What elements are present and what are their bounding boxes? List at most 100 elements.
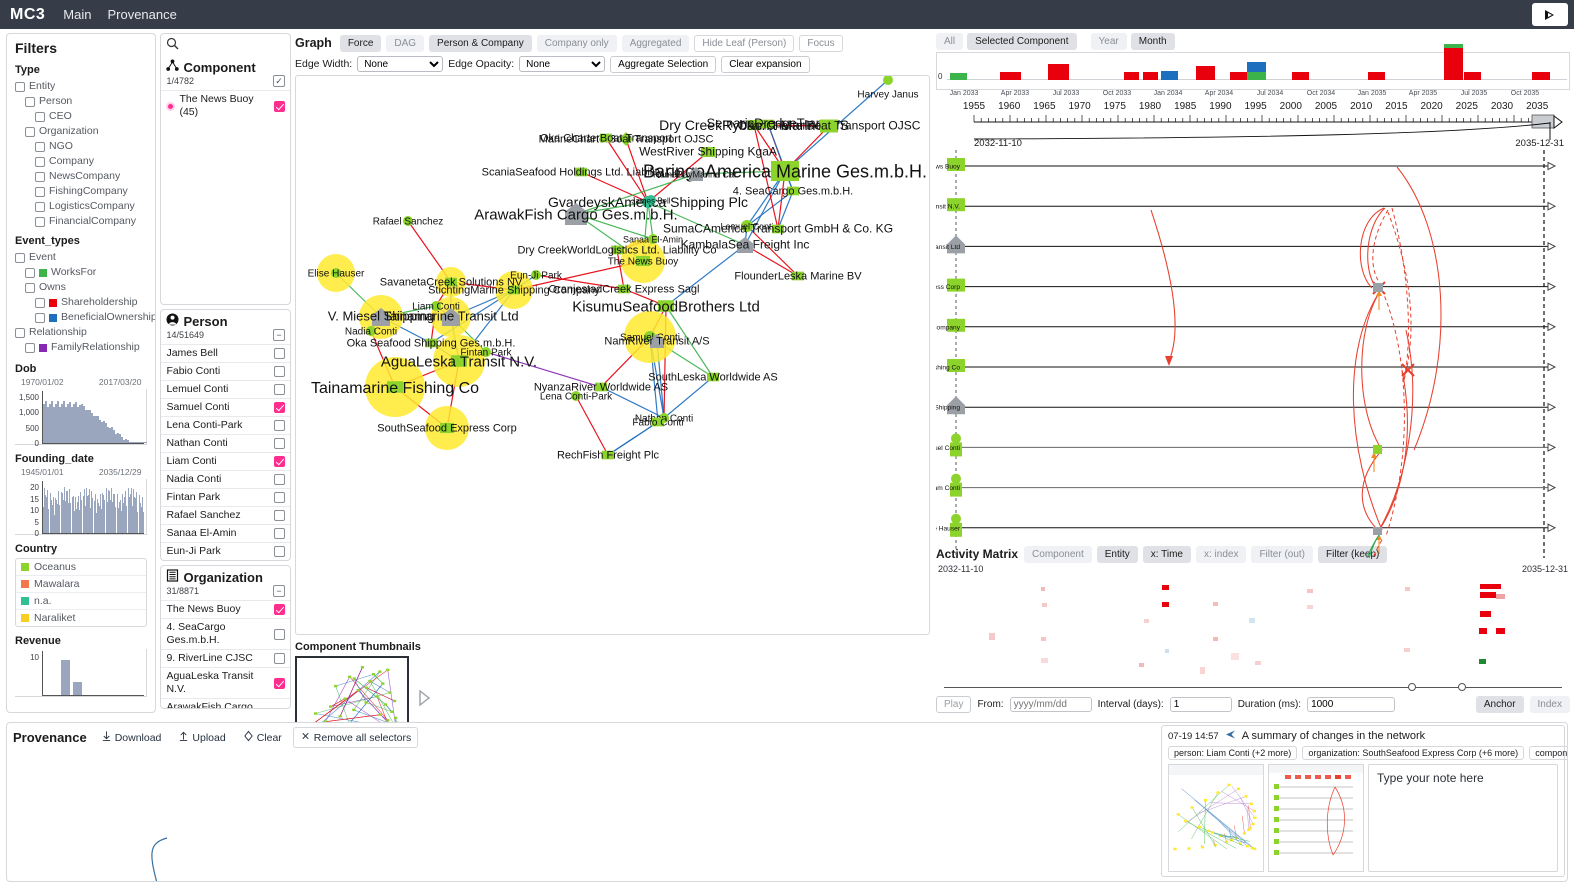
- graph-node-label[interactable]: Fabio Conti: [632, 418, 683, 429]
- index-toggle[interactable]: Index: [1529, 695, 1570, 713]
- list-item[interactable]: The News Buoy (45): [161, 90, 290, 121]
- from-date-input[interactable]: [1009, 696, 1092, 712]
- checkbox[interactable]: [274, 402, 285, 413]
- activity-cell[interactable]: [1041, 658, 1048, 663]
- activity-cell[interactable]: [1404, 587, 1410, 591]
- person-select-all[interactable]: −: [273, 329, 285, 341]
- list-item[interactable]: Fintan Park: [161, 488, 290, 506]
- activity-cell[interactable]: [1199, 667, 1206, 674]
- checkbox[interactable]: [35, 216, 45, 227]
- graph-node-label[interactable]: AguaLeska Transit N.V.: [381, 353, 537, 370]
- list-item[interactable]: The News Buoy: [161, 600, 290, 618]
- activity-cell[interactable]: [1478, 659, 1486, 664]
- event-filter-relationship[interactable]: Relationship: [15, 325, 147, 340]
- play-icon[interactable]: [1532, 3, 1568, 26]
- graph-node-label[interactable]: WestRiver Shipping KgaA: [639, 145, 777, 159]
- checkbox[interactable]: [35, 312, 45, 323]
- graph-toggle-hide-leaf-person-[interactable]: Hide Leaf (Person): [694, 34, 795, 52]
- checkbox[interactable]: [274, 348, 285, 359]
- anchor-toggle[interactable]: Anchor: [1475, 695, 1524, 713]
- type-filter-newscompany[interactable]: NewsCompany: [15, 169, 147, 184]
- dob-histogram[interactable]: 1,500 1,000 500 0: [15, 389, 148, 448]
- nav-provenance[interactable]: Provenance: [107, 7, 176, 22]
- graph-node-label[interactable]: Tainamarine Transit Ltd: [383, 309, 518, 324]
- activity-cell[interactable]: [1480, 611, 1492, 617]
- graph-canvas[interactable]: Harvey Janus Dry CreekRybachit Marine A/S…: [295, 75, 930, 635]
- country-row-mawalara[interactable]: Mawalara: [16, 576, 147, 593]
- graph-node-label[interactable]: FlounderLeska Marine BV: [734, 271, 862, 283]
- list-item[interactable]: Rafael Sanchez: [161, 506, 290, 524]
- timeline-scope-selected-component[interactable]: Selected Component: [967, 33, 1077, 50]
- activity-cell[interactable]: [1495, 628, 1506, 634]
- graph-node-label[interactable]: ArawakFish Cargo Ges.m.b.H.: [474, 206, 677, 223]
- checkbox[interactable]: [35, 297, 45, 308]
- checkbox[interactable]: [35, 111, 45, 122]
- activity-cell[interactable]: [1162, 602, 1169, 607]
- checkbox[interactable]: [15, 81, 25, 92]
- checkbox[interactable]: [274, 438, 285, 449]
- graph-toggle-dag[interactable]: DAG: [386, 34, 425, 52]
- checkbox[interactable]: [274, 420, 285, 431]
- note-tag[interactable]: component:: [1529, 746, 1567, 760]
- checkbox[interactable]: [25, 267, 35, 278]
- list-item[interactable]: Samuel Conti: [161, 398, 290, 416]
- graph-node-label[interactable]: SumaCAmerica Transport GmbH & Co. KG: [663, 222, 893, 236]
- list-item[interactable]: Sanaa El-Amin: [161, 524, 290, 542]
- graph-node-label[interactable]: 4. SeaCargo Ges.m.b.H.: [733, 186, 853, 198]
- activity-cell[interactable]: [1213, 602, 1219, 606]
- list-item[interactable]: Eun-Ji Park: [161, 542, 290, 560]
- graph-node-label[interactable]: The News Buoy: [608, 257, 679, 268]
- type-filter-ngo[interactable]: NGO: [15, 139, 147, 154]
- graph-node-label[interactable]: Nadia Conti: [345, 327, 397, 338]
- graph-node-label[interactable]: Sanaa El-Amin: [623, 235, 683, 245]
- activity-cell[interactable]: [1139, 663, 1144, 667]
- list-item[interactable]: AguaLeska Transit N.V.: [161, 667, 290, 698]
- activity-cell[interactable]: [1164, 649, 1170, 653]
- duration-input[interactable]: [1307, 696, 1396, 712]
- event-filter-shareholdership[interactable]: Shareholdership: [15, 295, 147, 310]
- graph-node-label[interactable]: OkanCharterBoat Transport OJSC: [738, 119, 921, 133]
- list-item[interactable]: Lena Conti-Park: [161, 416, 290, 434]
- graph-node-label[interactable]: RechFish Freight Plc: [557, 450, 660, 462]
- list-item[interactable]: Liam Conti: [161, 452, 290, 470]
- activity-cell[interactable]: [1230, 653, 1240, 660]
- type-filter-fishingcompany[interactable]: FishingCompany: [15, 184, 147, 199]
- event-filter-familyrelationship[interactable]: FamilyRelationship: [15, 340, 147, 355]
- activity-cell[interactable]: [1249, 618, 1255, 623]
- activity-cell[interactable]: [1480, 592, 1497, 598]
- checkbox[interactable]: [274, 384, 285, 395]
- checkbox[interactable]: [274, 100, 285, 112]
- country-row-naraliket[interactable]: Naraliket: [16, 610, 146, 626]
- graph-node-label[interactable]: KisumuSeafoodBrothers Ltd: [572, 298, 760, 315]
- checkbox[interactable]: [35, 186, 45, 197]
- list-item[interactable]: Nadia Conti: [161, 470, 290, 488]
- graph-node-label[interactable]: Oka CharterBoat Transport: [540, 133, 672, 145]
- edge-width-select[interactable]: None: [357, 56, 444, 72]
- type-filter-company[interactable]: Company: [15, 154, 147, 169]
- type-filter-person[interactable]: Person: [15, 94, 147, 109]
- activity-cell[interactable]: [1162, 585, 1169, 590]
- checkbox[interactable]: [274, 474, 285, 485]
- checkbox[interactable]: [274, 546, 285, 557]
- checkbox[interactable]: [35, 201, 45, 212]
- interval-input[interactable]: [1169, 696, 1232, 712]
- graph-toggle-aggregated[interactable]: Aggregated: [621, 34, 690, 52]
- graph-node-label[interactable]: StichtingMarine Shipping Company: [428, 285, 600, 297]
- checkbox[interactable]: [274, 604, 285, 615]
- component-select-all[interactable]: ✓: [273, 75, 285, 87]
- checkbox[interactable]: [15, 327, 25, 338]
- activity-cell[interactable]: [1042, 603, 1047, 607]
- timeline-grain-year[interactable]: Year: [1090, 33, 1127, 50]
- type-filter-organization[interactable]: Organization: [15, 124, 147, 139]
- graph-node-label[interactable]: SouthSeafood Express Corp: [377, 423, 516, 435]
- list-item[interactable]: 4. SeaCargo Ges.m.b.H.: [161, 618, 290, 649]
- checkbox[interactable]: [274, 677, 285, 689]
- activity-cell[interactable]: [1404, 648, 1410, 652]
- entity-timeline[interactable]: 2032-11-10 2035-12-31 The News Buoy AguaL…: [936, 138, 1570, 558]
- checkbox[interactable]: [274, 366, 285, 377]
- activity-cell[interactable]: [1040, 587, 1046, 591]
- timeline-brush[interactable]: [936, 114, 1570, 140]
- activity-matrix-plot[interactable]: [936, 575, 1570, 681]
- activity-cell[interactable]: [1041, 637, 1047, 641]
- play-button[interactable]: Play: [936, 695, 972, 713]
